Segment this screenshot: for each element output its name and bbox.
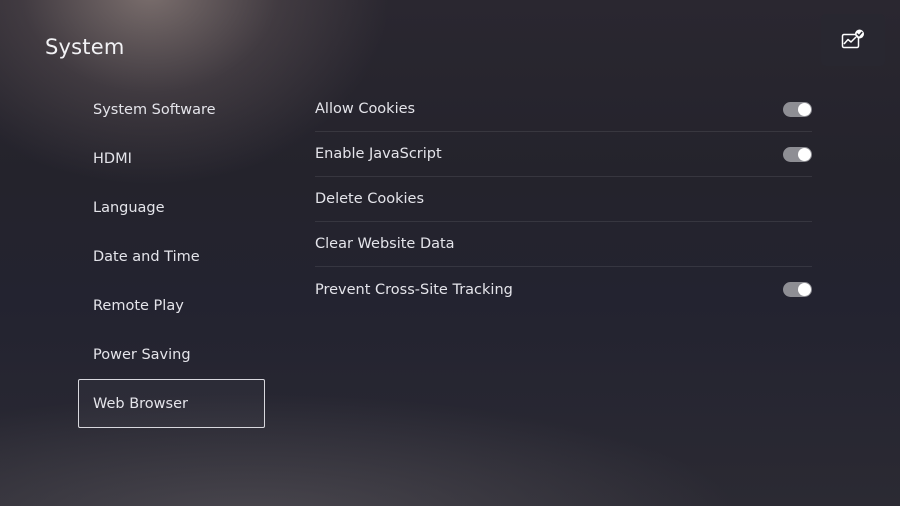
sidebar: System Software HDMI Language Date and T… [78, 85, 265, 428]
settings-list: Allow Cookies Enable JavaScript Delete C… [315, 87, 812, 312]
sidebar-item-label: Power Saving [93, 346, 191, 363]
sidebar-item-power-saving[interactable]: Power Saving [78, 330, 265, 379]
setting-delete-cookies[interactable]: Delete Cookies [315, 177, 812, 222]
page-title: System [45, 35, 125, 59]
sidebar-item-system-software[interactable]: System Software [78, 85, 265, 134]
setting-label: Delete Cookies [315, 191, 425, 207]
chart-check-icon [841, 29, 864, 49]
setting-enable-javascript[interactable]: Enable JavaScript [315, 132, 812, 177]
toggle-knob [798, 283, 811, 296]
sidebar-item-language[interactable]: Language [78, 183, 265, 232]
sidebar-item-remote-play[interactable]: Remote Play [78, 281, 265, 330]
setting-label: Allow Cookies [315, 101, 416, 117]
prevent-cross-site-tracking-toggle[interactable] [783, 282, 812, 297]
sidebar-item-label: Date and Time [93, 248, 200, 265]
toggle-knob [798, 147, 811, 161]
toggle-knob [798, 102, 811, 116]
setting-prevent-cross-site-tracking[interactable]: Prevent Cross-Site Tracking [315, 267, 812, 312]
sidebar-item-label: System Software [93, 101, 216, 118]
setting-allow-cookies[interactable]: Allow Cookies [315, 87, 812, 132]
sidebar-item-hdmi[interactable]: HDMI [78, 134, 265, 183]
setting-label: Prevent Cross-Site Tracking [315, 281, 513, 298]
enable-javascript-toggle[interactable] [783, 146, 812, 162]
sidebar-item-label: HDMI [93, 150, 132, 167]
setting-clear-website-data[interactable]: Clear Website Data [315, 222, 812, 267]
sidebar-item-web-browser[interactable]: Web Browser [78, 379, 265, 428]
sidebar-item-label: Web Browser [93, 395, 188, 412]
sidebar-item-label: Language [93, 199, 165, 216]
sidebar-item-date-and-time[interactable]: Date and Time [78, 232, 265, 281]
setting-label: Enable JavaScript [315, 146, 442, 162]
status-button[interactable] [821, 14, 885, 66]
sidebar-item-label: Remote Play [93, 297, 184, 314]
allow-cookies-toggle[interactable] [783, 101, 812, 117]
setting-label: Clear Website Data [315, 236, 455, 252]
